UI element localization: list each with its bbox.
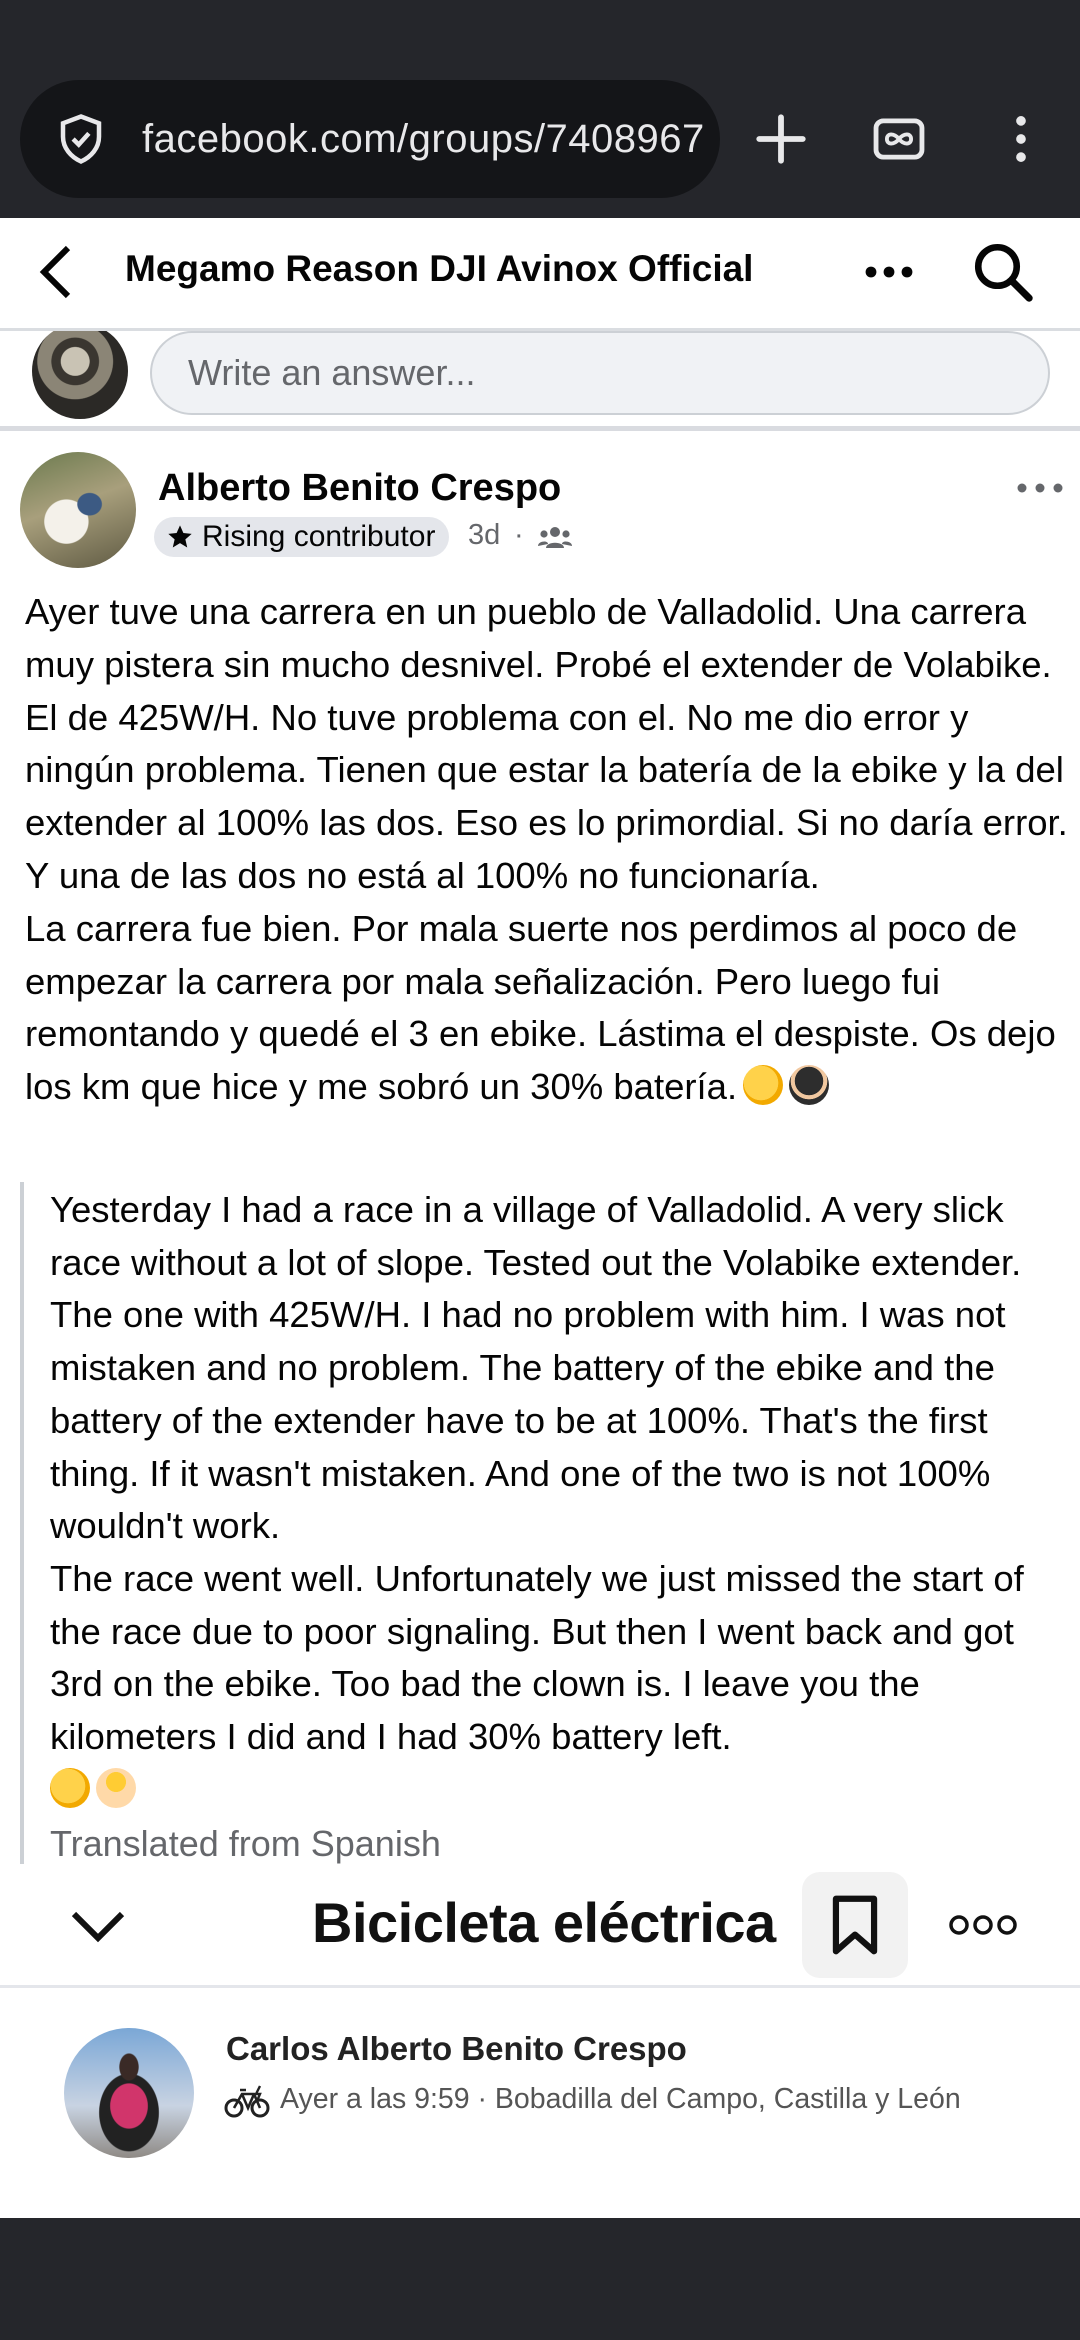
- athlete-name[interactable]: Carlos Alberto Benito Crespo: [226, 2030, 687, 2068]
- activity-meta: Ayer a las 9:59 · Bobadilla del Campo, C…: [280, 2083, 961, 2115]
- more-horizontal-icon[interactable]: [862, 254, 916, 290]
- prince-emoji: [96, 1767, 136, 1808]
- more-horizontal-icon[interactable]: [948, 1910, 1018, 1940]
- search-icon[interactable]: [970, 238, 1036, 306]
- author-name[interactable]: Alberto Benito Crespo: [158, 467, 561, 510]
- ninja-emoji: [789, 1065, 830, 1106]
- translation-content: Yesterday I had a race in a village of V…: [50, 1189, 1024, 1758]
- badge-label: Rising contributor: [202, 520, 436, 553]
- flexed-biceps-emoji: [743, 1065, 784, 1106]
- bookmark-icon: [832, 1895, 878, 1955]
- shield-icon[interactable]: [54, 112, 108, 166]
- star-icon: [168, 525, 192, 548]
- activity-card-header: Bicicleta eléctrica: [0, 1872, 1080, 1984]
- meta-separator: ·: [514, 519, 524, 551]
- address-bar[interactable]: facebook.com/groups/7408967: [20, 80, 720, 198]
- kebab-menu-icon[interactable]: [992, 110, 1050, 168]
- flexed-biceps-emoji: [50, 1767, 90, 1808]
- activity-title[interactable]: Bicicleta eléctrica: [312, 1890, 776, 1955]
- group-title[interactable]: Megamo Reason DJI Avinox Official: [125, 248, 753, 290]
- group-audience-icon: [538, 527, 572, 548]
- post-text: Ayer tuve una carrera en un pueblo de Va…: [25, 586, 1070, 1114]
- browser-toolbar: facebook.com/groups/7408967: [0, 0, 1080, 218]
- translated-note[interactable]: Translated from Spanish: [50, 1818, 1070, 1870]
- plus-icon[interactable]: [752, 110, 810, 168]
- divider: [0, 426, 1080, 431]
- back-arrow-icon[interactable]: [36, 244, 76, 300]
- bike-icon: [224, 2085, 270, 2118]
- translation-block: Yesterday I had a race in a village of V…: [20, 1182, 1070, 1864]
- answer-composer: Write an answer...: [0, 331, 1080, 427]
- translation-text: Yesterday I had a race in a village of V…: [50, 1184, 1070, 1816]
- chevron-down-icon[interactable]: [70, 1910, 126, 1946]
- url-text: facebook.com/groups/7408967: [142, 116, 705, 161]
- avatar: [32, 331, 128, 419]
- divider: [0, 1985, 1080, 1988]
- post-timestamp[interactable]: 3d: [468, 519, 500, 552]
- bookmark-button[interactable]: [802, 1872, 908, 1978]
- post-original-text: Ayer tuve una carrera en un pueblo de Va…: [25, 591, 1068, 1108]
- group-header: Megamo Reason DJI Avinox Official: [0, 218, 1080, 331]
- more-horizontal-icon[interactable]: [1016, 480, 1064, 496]
- author-avatar[interactable]: [20, 452, 136, 568]
- system-nav-bar: [0, 2218, 1080, 2340]
- answer-input[interactable]: Write an answer...: [150, 331, 1050, 415]
- tab-switcher-icon[interactable]: [870, 110, 928, 168]
- athlete-avatar[interactable]: [64, 2028, 194, 2158]
- contributor-badge[interactable]: Rising contributor: [154, 517, 450, 557]
